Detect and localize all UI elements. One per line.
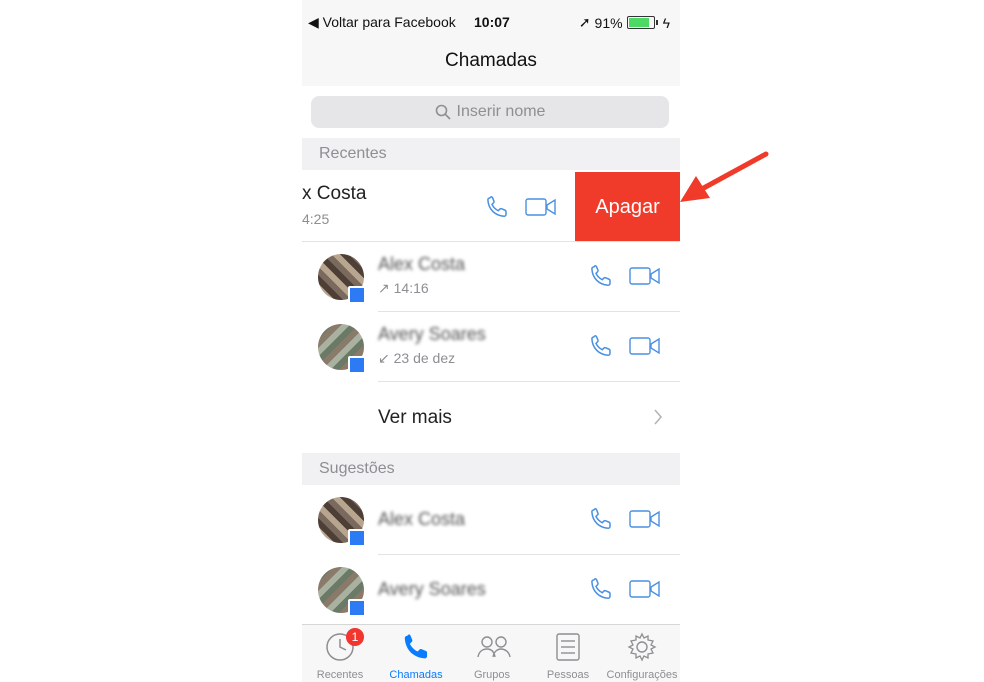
phone-call-icon[interactable] [588,263,614,289]
phone-screen: ◀ Voltar para Facebook 10:07 ➚ 91% ϟ Cha… [302,0,680,682]
tab-label: Recentes [316,669,364,681]
tab-label: Pessoas [546,669,590,681]
phone-call-icon[interactable] [588,576,614,602]
video-call-icon[interactable] [525,197,557,217]
red-arrow-annotation [680,151,769,202]
messenger-badge-icon [348,286,366,304]
groups-icon [477,636,511,658]
chevron-right-icon [654,409,663,425]
clock: 10:07 [474,14,510,30]
search-icon [435,104,451,120]
section-header-recent: Recentes [302,138,680,170]
delete-button[interactable]: Apagar [575,172,680,242]
page-title: Chamadas [445,50,537,71]
messenger-badge-icon [348,529,366,547]
video-call-icon[interactable] [629,579,661,599]
tab-recentes[interactable]: 1 Recentes [302,625,378,682]
status-right: ➚ 91% ϟ [579,14,670,31]
swiped-call-row[interactable]: x Costa 4:25 Apagar [302,172,680,242]
phone-call-icon[interactable] [588,506,614,532]
video-call-icon[interactable] [629,509,661,529]
search-input[interactable]: Inserir nome [311,96,669,128]
list-icon [556,633,580,661]
messenger-badge-icon [348,599,366,617]
suggestion-row[interactable]: Avery Soares [302,555,680,625]
tab-chamadas[interactable]: Chamadas [378,625,454,682]
contact-name: Alex Costa [378,254,466,274]
contact-name: Alex Costa [378,509,466,529]
call-detail: ↗ 14:16 [378,280,429,296]
phone-call-icon[interactable] [588,333,614,359]
battery-percent: 91% [594,14,623,31]
call-time: 4:25 [302,211,330,227]
notification-badge: 1 [346,628,364,646]
tab-grupos[interactable]: Grupos [454,625,530,682]
section-title: Recentes [319,145,387,162]
section-header-suggestions: Sugestões [302,453,680,485]
video-call-icon[interactable] [629,336,661,356]
video-call-icon[interactable] [629,266,661,286]
tab-label: Grupos [473,669,511,681]
search-placeholder: Inserir nome [456,103,546,120]
contact-name: x Costa [302,183,367,204]
battery-icon [626,16,658,29]
back-to-facebook-link[interactable]: ◀ Voltar para Facebook [308,14,456,31]
messenger-badge-icon [348,356,366,374]
row-divider [378,381,680,382]
contact-name: Avery Soares [378,324,486,344]
contact-name: Avery Soares [378,579,486,599]
tab-label: Configurações [606,669,678,681]
see-more-row[interactable]: Ver mais [302,383,680,453]
section-title: Sugestões [319,460,395,477]
tab-label: Chamadas [389,669,443,681]
location-icon: ➚ [578,14,591,30]
navigation-bar: Chamadas [302,42,680,87]
call-detail: ↙ 23 de dez [378,350,456,366]
suggestion-row[interactable]: Alex Costa [302,485,680,555]
tab-configuracoes[interactable]: Configurações [604,625,680,682]
gear-icon [627,632,657,662]
phone-icon [404,634,428,659]
call-row[interactable]: Avery Soares ↙ 23 de dez [302,312,680,382]
status-bar: ◀ Voltar para Facebook 10:07 ➚ 91% ϟ [302,0,680,42]
charging-icon: ϟ [662,14,670,31]
tab-pessoas[interactable]: Pessoas [530,625,606,682]
call-row[interactable]: Alex Costa ↗ 14:16 [302,242,680,312]
tab-bar: 1 Recentes Chamadas Grupos Pessoas Confi… [302,624,680,682]
search-area: Inserir nome [302,86,680,138]
phone-call-icon[interactable] [484,194,510,220]
see-more-label: Ver mais [378,407,452,428]
